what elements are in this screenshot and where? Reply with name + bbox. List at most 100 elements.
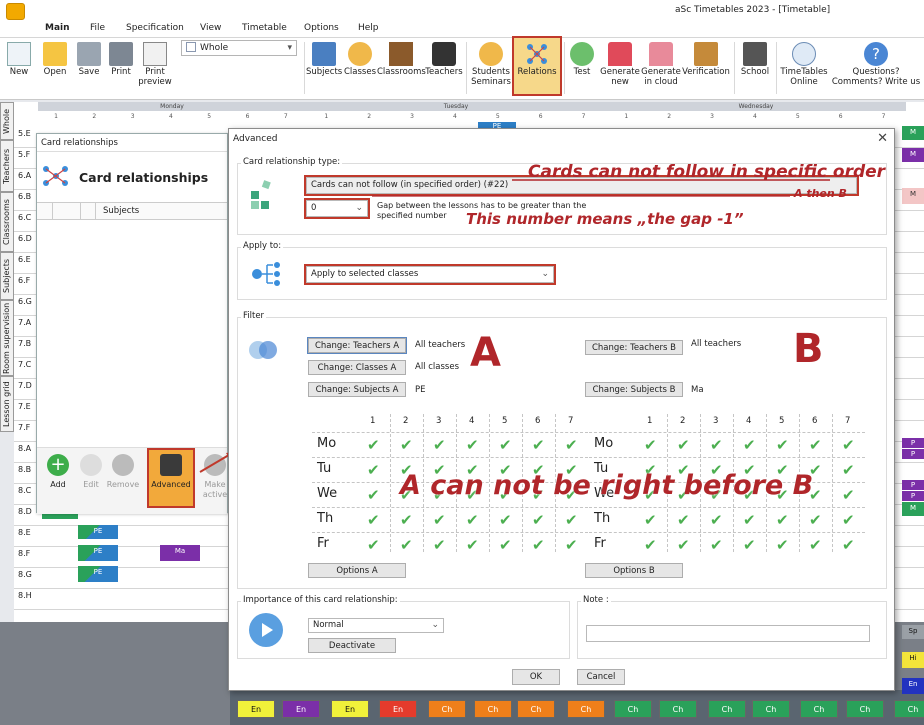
check-icon[interactable]: ✔ [565, 537, 578, 553]
change-teachers-a-button[interactable]: Change: Teachers A [307, 337, 407, 354]
palette-card[interactable]: En [282, 700, 320, 718]
lesson-card[interactable]: En [902, 678, 924, 694]
side-tab-subjects[interactable]: Subjects [0, 252, 14, 300]
check-icon[interactable]: ✔ [842, 512, 855, 528]
change-teachers-b-button[interactable]: Change: Teachers B [585, 340, 683, 355]
lesson-card[interactable]: P [902, 449, 924, 459]
period-header[interactable]: 1 [370, 416, 375, 426]
apply-to-select[interactable]: Apply to selected classes ⌄ [304, 264, 556, 285]
period-header[interactable]: 3 [436, 416, 441, 426]
advanced-button[interactable]: Advanced [147, 448, 195, 508]
tab-main[interactable]: Main [45, 23, 70, 33]
note-input[interactable] [586, 625, 870, 642]
check-icon[interactable]: ✔ [400, 537, 413, 553]
importance-select[interactable]: Normal ⌄ [308, 618, 444, 633]
lesson-card[interactable]: P [902, 480, 924, 490]
day-header[interactable]: Th [317, 511, 333, 526]
check-icon[interactable]: ✔ [644, 537, 657, 553]
save-button[interactable]: Save [75, 40, 103, 77]
day-header[interactable]: Th [594, 511, 610, 526]
check-icon[interactable]: ✔ [367, 512, 380, 528]
check-icon[interactable]: ✔ [644, 437, 657, 453]
close-icon[interactable]: ✕ [877, 131, 888, 146]
check-icon[interactable]: ✔ [677, 537, 690, 553]
row-label[interactable]: 8.G [18, 570, 32, 579]
row-label[interactable]: 8.H [18, 591, 32, 600]
check-icon[interactable]: ✔ [710, 512, 723, 528]
gap-select[interactable]: 0 ⌄ [304, 198, 370, 219]
palette-card[interactable]: Ch [659, 700, 697, 718]
palette-card[interactable]: Ch [614, 700, 652, 718]
palette-card[interactable]: En [379, 700, 417, 718]
palette-card[interactable]: Ch [846, 700, 884, 718]
tab-help[interactable]: Help [358, 23, 379, 33]
edit-button[interactable]: Edit [73, 454, 109, 490]
day-header[interactable]: Mo [317, 436, 336, 451]
check-icon[interactable]: ✔ [644, 512, 657, 528]
row-label[interactable]: 7.A [18, 318, 31, 327]
check-icon[interactable]: ✔ [710, 537, 723, 553]
row-label[interactable]: 6.C [18, 213, 31, 222]
row-label[interactable]: 8.A [18, 444, 31, 453]
row-label[interactable]: 6.E [18, 255, 31, 264]
day-header[interactable]: We [317, 486, 337, 501]
period-header[interactable]: 4 [469, 416, 474, 426]
tab-specification[interactable]: Specification [126, 23, 184, 33]
check-icon[interactable]: ✔ [367, 537, 380, 553]
check-icon[interactable]: ✔ [367, 487, 380, 503]
ok-button[interactable]: OK [512, 669, 560, 685]
period-header[interactable]: 1 [647, 416, 652, 426]
lesson-card[interactable]: M [902, 502, 924, 516]
check-icon[interactable]: ✔ [743, 512, 756, 528]
row-label[interactable]: 7.D [18, 381, 32, 390]
remove-button[interactable]: Remove [105, 454, 141, 490]
lesson-card-ma[interactable]: Ma [160, 545, 200, 561]
generate-cloud-button[interactable]: Generate in cloud [641, 40, 681, 87]
check-icon[interactable]: ✔ [677, 437, 690, 453]
classes-button[interactable]: Classes [343, 40, 377, 77]
check-icon[interactable]: ✔ [842, 437, 855, 453]
add-button[interactable]: + Add [40, 454, 76, 490]
lesson-card-pe[interactable]: PE [78, 545, 118, 561]
side-tab-room-supervision[interactable]: Room supervision [0, 300, 14, 376]
new-button[interactable]: New [6, 40, 32, 77]
row-label[interactable]: 6.F [18, 276, 30, 285]
palette-card[interactable]: Ch [752, 700, 790, 718]
row-label[interactable]: 7.C [18, 360, 31, 369]
palette-card[interactable]: Ch [894, 700, 924, 718]
cancel-button[interactable]: Cancel [577, 669, 625, 685]
side-tab-lesson-grid[interactable]: Lesson grid [0, 376, 14, 432]
tab-file[interactable]: File [90, 23, 105, 33]
check-icon[interactable]: ✔ [710, 437, 723, 453]
period-header[interactable]: 2 [403, 416, 408, 426]
period-header[interactable]: 7 [845, 416, 850, 426]
options-b-button[interactable]: Options B [585, 563, 683, 578]
change-subjects-b-button[interactable]: Change: Subjects B [585, 382, 683, 397]
check-icon[interactable]: ✔ [532, 437, 545, 453]
lesson-card[interactable]: Sp [902, 625, 924, 639]
check-icon[interactable]: ✔ [809, 537, 822, 553]
check-icon[interactable]: ✔ [466, 537, 479, 553]
check-icon[interactable]: ✔ [499, 512, 512, 528]
check-icon[interactable]: ✔ [433, 512, 446, 528]
change-subjects-a-button[interactable]: Change: Subjects A [308, 382, 406, 397]
app-logo-icon[interactable] [6, 3, 25, 20]
check-icon[interactable]: ✔ [532, 512, 545, 528]
check-icon[interactable]: ✔ [776, 512, 789, 528]
check-icon[interactable]: ✔ [677, 512, 690, 528]
row-label[interactable]: 7.B [18, 339, 31, 348]
check-icon[interactable]: ✔ [367, 462, 380, 478]
row-label[interactable]: 5.F [18, 150, 30, 159]
palette-card[interactable]: En [331, 700, 369, 718]
day-header[interactable]: Fr [317, 536, 329, 551]
period-header[interactable]: 5 [502, 416, 507, 426]
options-a-button[interactable]: Options A [308, 563, 406, 578]
column-subjects[interactable]: Subjects [103, 206, 139, 216]
check-icon[interactable]: ✔ [466, 512, 479, 528]
period-header[interactable]: 3 [713, 416, 718, 426]
lesson-card-pe[interactable]: PE [78, 525, 118, 539]
print-preview-button[interactable]: Print preview [138, 40, 172, 87]
tab-view[interactable]: View [200, 23, 221, 33]
check-icon[interactable]: ✔ [842, 537, 855, 553]
check-icon[interactable]: ✔ [433, 537, 446, 553]
